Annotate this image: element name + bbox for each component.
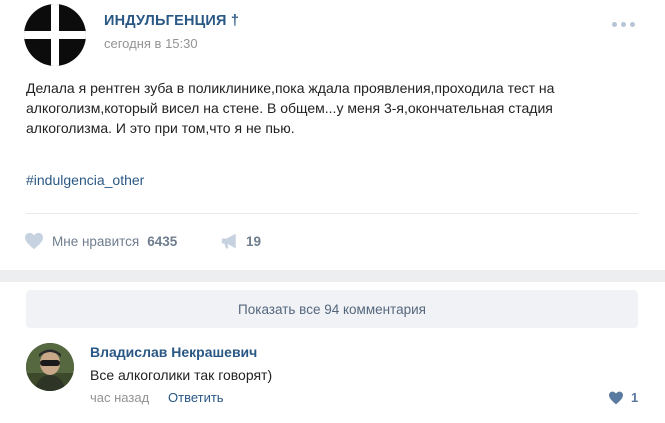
dot-icon (612, 21, 617, 27)
post-text-line: алкоголизм,который висел на стене. В общ… (26, 100, 553, 116)
comment-author-link[interactable]: Владислав Некрашевич (90, 344, 257, 360)
more-dots-icon[interactable] (612, 20, 638, 28)
section-separator (0, 270, 665, 282)
group-name-link[interactable]: ИНДУЛЬГЕНЦИЯ † (104, 13, 239, 29)
post-timestamp[interactable]: сегодня в 15:30 (104, 36, 198, 51)
comment-like-count: 1 (631, 390, 639, 405)
cross-icon-horizontal (24, 31, 86, 39)
share-count: 19 (246, 233, 262, 249)
comment-text: Все алкоголики так говорят) (90, 367, 273, 383)
reply-button[interactable]: Ответить (168, 390, 224, 405)
like-count: 6435 (147, 233, 178, 249)
like-label: Мне нравится (52, 233, 140, 249)
comment-timestamp[interactable]: час назад (90, 390, 149, 405)
heart-icon (609, 391, 623, 404)
group-avatar[interactable] (24, 4, 86, 66)
comment-like-button[interactable]: 1 (608, 390, 638, 405)
post-text: Делала я рентген зуба в поликлинике,пока… (26, 78, 641, 138)
person-photo-icon (26, 343, 74, 391)
dot-icon (630, 21, 635, 27)
like-button[interactable]: Мне нравится 6435 (24, 232, 177, 250)
share-button[interactable]: 19 (220, 232, 261, 250)
post-text-line: алкоголизма. И это при том,что я не пью. (26, 120, 295, 136)
commenter-avatar[interactable] (26, 343, 74, 391)
post-card: ИНДУЛЬГЕНЦИЯ † сегодня в 15:30 Делала я … (0, 0, 665, 275)
dot-icon (621, 21, 626, 27)
post-text-line: Делала я рентген зуба в поликлинике,пока… (26, 80, 555, 96)
megaphone-icon (221, 233, 236, 249)
hashtag-link[interactable]: #indulgencia_other (26, 172, 144, 188)
post-divider (26, 213, 638, 214)
show-all-comments-button[interactable]: Показать все 94 комментария (26, 290, 638, 328)
heart-icon (25, 232, 43, 250)
